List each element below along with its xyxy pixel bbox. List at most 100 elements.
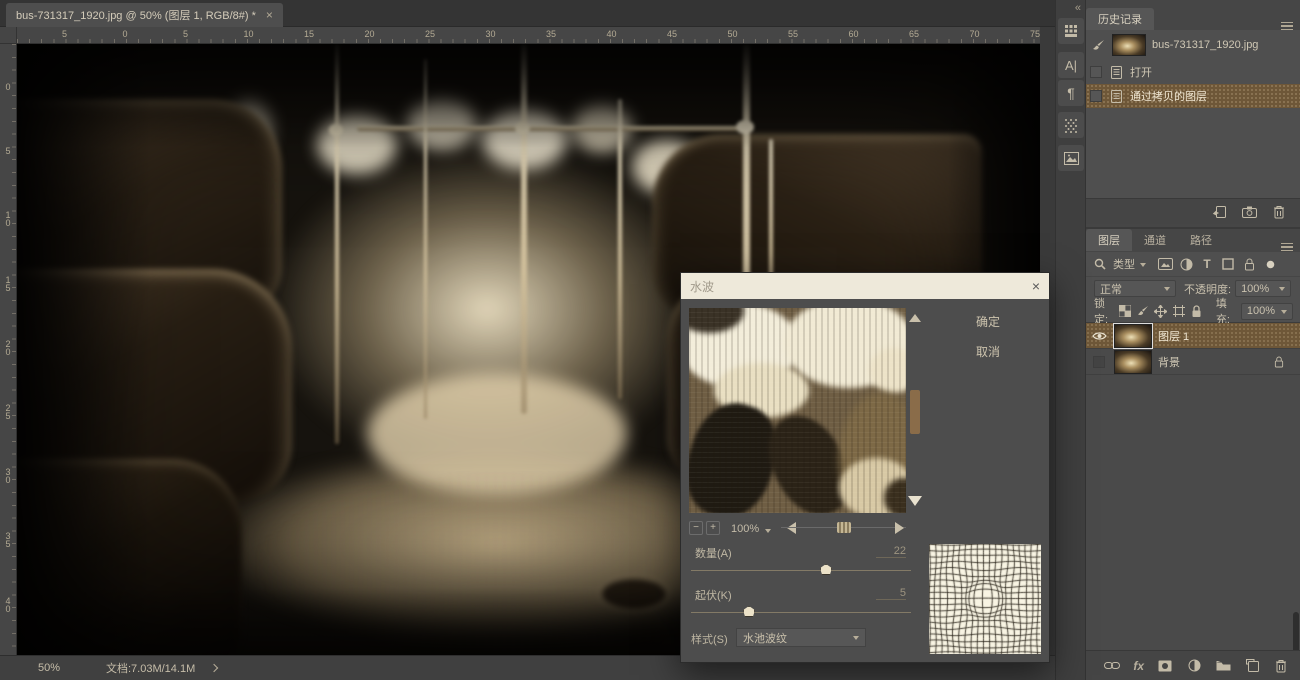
- new-document-from-state-icon[interactable]: [1211, 204, 1227, 219]
- status-zoom-field[interactable]: 50%: [38, 662, 78, 674]
- ridges-slider-thumb[interactable]: [743, 606, 755, 617]
- visibility-eye-icon[interactable]: [1090, 328, 1108, 344]
- history-item-layer-via-copy[interactable]: 通过拷贝的图层: [1086, 84, 1300, 108]
- layer-row-layer1[interactable]: 图层 1: [1086, 322, 1300, 349]
- chevron-down-icon: [1164, 287, 1170, 294]
- ruler-label: 1 5: [5, 274, 11, 293]
- tab-history[interactable]: 历史记录: [1086, 8, 1154, 30]
- visibility-eye-empty[interactable]: [1090, 354, 1108, 370]
- layer-row-background[interactable]: 背景: [1086, 349, 1300, 375]
- chevron-down-icon: [1140, 262, 1146, 270]
- preview-zoom-value[interactable]: 100%: [731, 523, 759, 535]
- filter-kind-select[interactable]: 类型: [1113, 256, 1135, 272]
- history-source-checkbox[interactable]: [1090, 90, 1102, 102]
- history-source-checkbox[interactable]: [1090, 66, 1102, 78]
- zoom-in-button[interactable]: +: [706, 521, 720, 535]
- tab-channels[interactable]: 通道: [1132, 229, 1178, 251]
- document-tab[interactable]: bus-731317_1920.jpg @ 50% (图层 1, RGB/8#)…: [6, 3, 283, 27]
- ruler-label: 15: [304, 29, 315, 39]
- dialog-close-icon[interactable]: ×: [1032, 278, 1040, 294]
- layer-name[interactable]: 图层 1: [1158, 328, 1189, 344]
- history-panel-menu-icon[interactable]: [1281, 21, 1293, 30]
- ruler-label: 5: [5, 146, 11, 157]
- layer-style-fx-icon[interactable]: fx: [1133, 659, 1144, 673]
- layer-name[interactable]: 背景: [1158, 354, 1180, 370]
- ridges-slider-track[interactable]: [691, 612, 911, 613]
- cancel-button[interactable]: 取消: [976, 343, 1000, 360]
- history-item-snapshot[interactable]: bus-731317_1920.jpg: [1086, 30, 1300, 60]
- filter-adjustment-icon[interactable]: [1178, 257, 1194, 272]
- scrollbar-thumb[interactable]: [910, 390, 920, 434]
- lock-image-pixels-brush-icon[interactable]: [1137, 304, 1150, 319]
- libraries-panel-icon[interactable]: [1058, 145, 1084, 171]
- new-snapshot-camera-icon[interactable]: [1241, 204, 1257, 219]
- ruler-label: 75: [1030, 29, 1040, 39]
- chevron-down-icon[interactable]: [765, 529, 771, 536]
- dialog-title: 水波: [690, 279, 715, 294]
- tab-paths[interactable]: 路径: [1178, 229, 1224, 251]
- adjustment-layer-icon[interactable]: [1186, 658, 1202, 673]
- ridges-label: 起伏(K): [695, 590, 732, 602]
- amount-slider-thumb[interactable]: [820, 564, 832, 575]
- dialog-title-bar[interactable]: 水波 ×: [681, 273, 1049, 299]
- filter-pixel-layers-icon[interactable]: [1157, 257, 1173, 272]
- link-layers-icon[interactable]: [1104, 658, 1121, 673]
- opacity-select[interactable]: 100%: [1235, 280, 1292, 297]
- layers-panel-menu-icon[interactable]: [1281, 242, 1293, 251]
- ruler-label: 20: [364, 29, 375, 39]
- lock-artboard-icon[interactable]: [1172, 304, 1185, 319]
- ruler-label: 3 0: [5, 467, 11, 486]
- paragraph-panel-icon[interactable]: ¶: [1058, 80, 1084, 106]
- lock-all-icon[interactable]: [1190, 304, 1203, 319]
- character-panel-icon[interactable]: A|: [1058, 52, 1084, 78]
- scroll-left-icon[interactable]: [781, 522, 796, 534]
- ridges-value-field[interactable]: 5: [876, 587, 906, 600]
- swatches-panel-icon[interactable]: [1058, 18, 1084, 44]
- delete-layer-trash-icon[interactable]: [1273, 658, 1289, 673]
- fill-select[interactable]: 100%: [1240, 302, 1293, 320]
- right-panel-dock: 历史记录 bus-731317_1920.jpg 打开 通过拷贝的图层 图层 通…: [1085, 0, 1300, 680]
- collapse-panels-icon[interactable]: «: [1075, 2, 1081, 14]
- scroll-up-icon[interactable]: [909, 308, 921, 322]
- ruler-label: 4 0: [5, 595, 11, 614]
- photoshop-window: bus-731317_1920.jpg @ 50% (图层 1, RGB/8#)…: [0, 0, 1300, 680]
- lock-transparent-pixels-icon[interactable]: [1119, 304, 1132, 319]
- layer-thumbnail[interactable]: [1114, 349, 1152, 374]
- scroll-right-icon[interactable]: [895, 522, 910, 534]
- chevron-down-icon: [853, 636, 859, 643]
- ruler-label: 55: [788, 29, 799, 39]
- preview-vertical-scrollbar[interactable]: [908, 308, 922, 513]
- filter-shape-icon[interactable]: [1220, 257, 1236, 272]
- new-layer-icon[interactable]: [1244, 658, 1260, 673]
- layer-thumbnail[interactable]: [1113, 322, 1153, 349]
- lock-position-move-icon[interactable]: [1154, 304, 1168, 319]
- amount-value-field[interactable]: 22: [876, 545, 906, 558]
- ruler-horizontal: 5 0 5 10 15 20 25 30 35 40 45 50 55 60 65 70 75: [17, 27, 1040, 44]
- ruler-label: 25: [425, 29, 436, 39]
- amount-slider-track[interactable]: [691, 570, 911, 571]
- filter-smart-object-icon[interactable]: [1241, 257, 1257, 272]
- filter-type-icon[interactable]: T: [1199, 257, 1215, 272]
- history-brush-icon[interactable]: [1090, 38, 1106, 53]
- status-menu-chevron-icon[interactable]: [210, 663, 219, 673]
- history-item-open[interactable]: 打开: [1086, 60, 1300, 84]
- add-layer-mask-icon[interactable]: [1157, 658, 1173, 673]
- delete-state-trash-icon[interactable]: [1271, 204, 1287, 219]
- zoom-out-button[interactable]: −: [689, 521, 703, 535]
- search-icon: [1092, 257, 1108, 272]
- ruler-label: 50: [727, 29, 738, 39]
- scrollbar-thumb[interactable]: [837, 522, 851, 533]
- history-state-icon: [1108, 89, 1124, 104]
- tab-close-icon[interactable]: ×: [266, 8, 273, 22]
- document-tab-title: bus-731317_1920.jpg @ 50% (图层 1, RGB/8#)…: [16, 10, 256, 22]
- filter-preview-image[interactable]: [689, 308, 906, 513]
- ok-button[interactable]: 确定: [976, 313, 1000, 330]
- filter-toggle-icon[interactable]: [1262, 257, 1278, 272]
- style-select[interactable]: 水池波纹: [736, 628, 866, 647]
- ruler-label: 40: [606, 29, 617, 39]
- new-group-folder-icon[interactable]: [1215, 658, 1231, 673]
- tab-layers[interactable]: 图层: [1086, 229, 1132, 251]
- brushes-panel-icon[interactable]: [1058, 112, 1084, 138]
- ruler-label: 2 5: [5, 403, 11, 421]
- scroll-down-icon[interactable]: [908, 496, 922, 513]
